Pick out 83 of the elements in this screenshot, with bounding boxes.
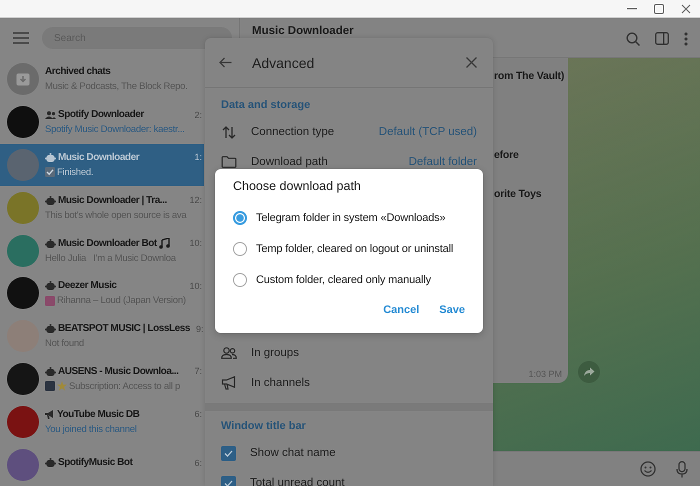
folder-icon [221,156,237,168]
chat-title: Music Downloader [252,25,354,37]
cancel-button[interactable]: Cancel [375,298,428,322]
group-icon [221,347,237,359]
search-icon[interactable] [626,32,640,46]
chat-name: Spotify Downloader [58,109,144,120]
checkbox[interactable] [221,476,236,486]
settings-row[interactable]: In channels [205,368,493,398]
chat-name: Music Downloader Bot [58,238,157,249]
photo-placeholder [45,381,55,392]
bot-icon [45,366,56,376]
bot-icon [45,458,56,468]
chat-time: 1: [194,152,202,162]
checkmark-icon [224,480,233,486]
music-note-icon [158,238,170,249]
bot-icon [45,281,56,290]
chat-time: 10: [189,238,202,248]
settings-row[interactable]: Show chat name [205,438,493,468]
group-icon [45,110,56,119]
chat-preview: You joined this channel [45,424,137,435]
star-icon [57,381,67,392]
back-arrow-icon[interactable] [219,57,232,68]
chat-list-item[interactable]: SpotifyMusic Bot 6: [0,443,204,486]
checkbox[interactable] [221,446,236,460]
section-title: Data and storage [220,98,312,113]
radio-option[interactable]: Telegram folder in system «Downloads» [233,202,483,233]
chat-name: Archived chats [45,66,110,78]
chat-time: 6: [194,409,202,420]
chat-name: Deezer Music [58,280,117,292]
chat-list-item[interactable]: YouTube Music DB 6: You joined this channel [0,400,204,444]
radio-button[interactable] [233,272,247,286]
checkmark-icon [45,167,55,178]
more-icon[interactable] [684,32,688,46]
settings-row[interactable]: In groups [205,338,493,368]
bot-icon [45,196,56,205]
message-text: rom The Vault) [494,70,566,82]
checkmark-icon [224,450,233,456]
save-button[interactable]: Save [431,298,473,322]
chat-name: Music Downloader | Tra... [58,194,167,206]
chat-name: YouTube Music DB [57,408,140,420]
settings-row[interactable]: Total unread count [205,468,493,486]
radio-option[interactable]: Temp folder, cleared on logout or uninstall [233,233,483,264]
message-text: efore [494,149,520,161]
dialog-title: Choose download path [233,179,362,193]
close-icon[interactable] [466,57,477,68]
bot-icon [45,152,56,162]
chat-name: SpotifyMusic Bot [58,457,132,468]
message-text: orite Toys [494,188,542,200]
archive-icon [16,72,30,86]
menu-icon[interactable] [13,32,29,44]
chat-list-item[interactable]: Spotify Downloader 2: Spotify Music Downloader: kaestr... [0,100,204,144]
emoji-icon[interactable] [640,461,656,477]
settings-row[interactable]: Connection type Default (TCP used) [205,117,493,147]
chat-preview: Spotify Music Downloader: kaestr... [45,124,185,136]
chat-preview: Finished. [57,166,94,178]
chat-name: BEATSPOT MUSIC | LossLess [58,323,190,334]
chat-time: 10: [189,280,202,291]
maximize-icon[interactable] [654,4,664,14]
bot-icon [45,324,56,334]
chat-list-item[interactable]: Music Downloader 1: Finished. [0,144,204,186]
chat-time: 6: [194,458,202,468]
chat-name: AUSENS - Music Downloa... [58,366,178,377]
chat-time: 9: [196,324,204,334]
section-title: Window title bar [220,419,307,434]
microphone-icon[interactable] [676,460,688,478]
radio-button[interactable] [233,242,247,256]
up-down-arrows-icon [221,126,237,138]
sidebar-toggle-icon[interactable] [655,32,669,45]
photo-placeholder [45,296,55,306]
chat-time: 7: [194,366,202,376]
bot-icon [45,238,56,248]
chat-name: Music Downloader [58,152,140,163]
close-icon[interactable] [681,4,691,14]
forward-icon[interactable] [578,361,600,383]
minimize-icon[interactable] [627,8,637,10]
chat-time: 2: [194,110,202,120]
radio-button[interactable] [233,210,247,224]
settings-row[interactable]: Download path Default folder [205,147,493,177]
chat-time: 12: [189,195,202,206]
radio-option[interactable]: Custom folder, cleared only manually [233,264,483,295]
megaphone-icon [45,410,55,419]
panel-title: Advanced [252,54,314,70]
megaphone-icon [221,376,237,390]
